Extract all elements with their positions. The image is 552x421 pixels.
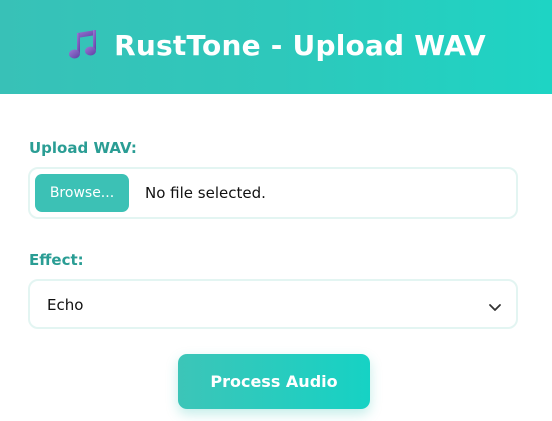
file-input[interactable]: Browse... No file selected. xyxy=(28,167,518,219)
file-status-text: No file selected. xyxy=(145,184,266,202)
app-header: RustTone - Upload WAV xyxy=(0,0,552,94)
chevron-down-icon xyxy=(488,298,502,311)
effect-selected-value: Echo xyxy=(47,296,84,314)
upload-label: Upload WAV: xyxy=(29,139,137,157)
process-audio-button[interactable]: Process Audio xyxy=(178,354,370,409)
effect-label: Effect: xyxy=(29,251,84,269)
music-notes-icon xyxy=(66,27,102,63)
header-content: RustTone - Upload WAV xyxy=(66,27,486,63)
browse-button[interactable]: Browse... xyxy=(35,174,129,212)
effect-select[interactable]: Echo xyxy=(28,279,518,329)
page-title: RustTone - Upload WAV xyxy=(114,28,486,62)
